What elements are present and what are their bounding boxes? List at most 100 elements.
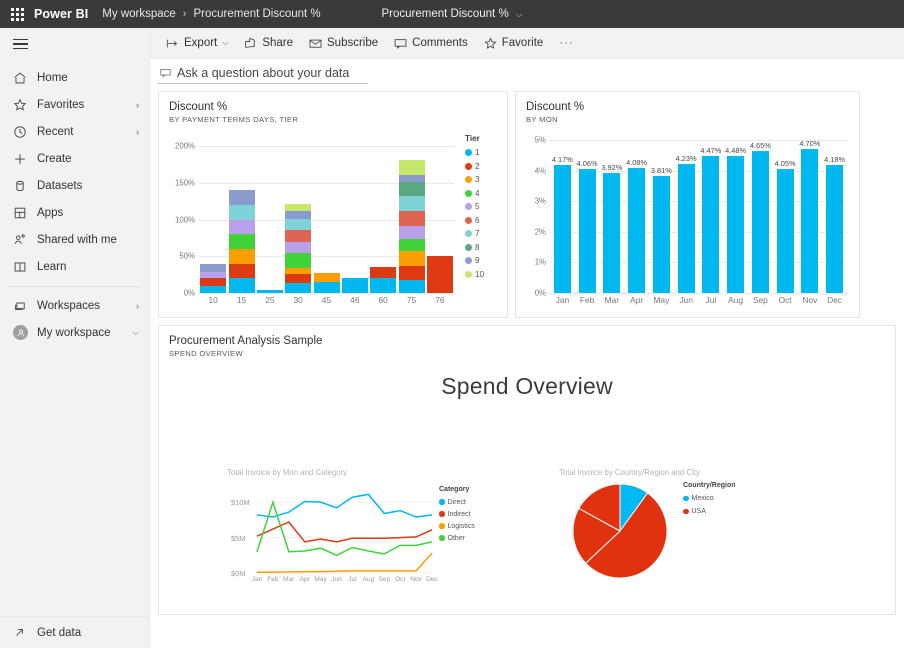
bar-column[interactable] [342,146,368,293]
bar-segment[interactable] [285,230,311,242]
legend-item[interactable]: USA [683,505,753,518]
chevron-right-icon[interactable]: › [136,100,139,110]
bar-column[interactable] [603,173,620,293]
bar-column[interactable] [702,156,719,293]
powerbi-logo[interactable]: Power BI [34,7,88,21]
bar-segment[interactable] [229,234,255,249]
bar-segment[interactable] [314,273,340,282]
chevron-down-icon[interactable]: ⌵ [132,327,139,338]
legend-item[interactable]: Other [439,532,485,544]
bar-column[interactable] [628,168,645,293]
sidebar-item-datasets[interactable]: Datasets [0,172,149,199]
breadcrumb-report[interactable]: Procurement Discount % [193,8,320,20]
bar-segment[interactable] [229,249,255,264]
bar-segment[interactable] [285,253,311,268]
bar-segment[interactable] [285,219,311,230]
line-series[interactable] [257,494,432,517]
bar-segment[interactable] [399,239,425,251]
export-button[interactable]: Export ⌵ [158,31,236,56]
bar-segment[interactable] [399,251,425,266]
bar-segment[interactable] [229,220,255,234]
legend-item[interactable]: Direct [439,496,485,508]
bar-segment[interactable] [370,267,396,278]
bar-segment[interactable] [229,190,255,205]
bar-segment[interactable] [285,211,311,218]
get-data-button[interactable]: Get data [0,616,149,648]
sidebar-item-shared-with-me[interactable]: Shared with me [0,226,149,253]
bar-column[interactable] [229,146,255,293]
legend-item[interactable]: 8 [465,241,507,255]
bar-segment[interactable] [399,266,425,280]
legend-item[interactable]: 1 [465,146,507,160]
bar-segment[interactable] [399,175,425,182]
chevron-down-icon[interactable]: ⌵ [516,9,523,20]
bar-column[interactable] [257,146,283,293]
line-series[interactable] [257,502,432,555]
hamburger-icon[interactable] [0,28,149,60]
bar-column[interactable] [370,146,396,293]
legend-item[interactable]: Logistics [439,520,485,532]
sidebar-item-recent[interactable]: Recent › [0,118,149,145]
bar-segment[interactable] [285,283,311,293]
sidebar-item-home[interactable]: Home [0,64,149,91]
bar-column[interactable] [826,165,843,293]
bar-segment[interactable] [399,211,425,226]
legend-item[interactable]: 9 [465,254,507,268]
bar-column[interactable] [285,146,311,293]
bar-segment[interactable] [285,268,311,274]
legend-item[interactable]: 3 [465,173,507,187]
bar-segment[interactable] [200,272,226,279]
bar-column[interactable] [727,156,744,293]
chevron-down-icon[interactable]: ⌵ [222,38,228,48]
more-ellipsis-icon[interactable]: ··· [551,31,582,56]
bar-segment[interactable] [399,226,425,238]
comments-button[interactable]: Comments [386,31,476,56]
bar-column[interactable] [579,169,596,293]
bar-segment[interactable] [285,274,311,283]
bar-segment[interactable] [399,160,425,175]
legend-item[interactable]: 7 [465,227,507,241]
legend-item[interactable]: Mexico [683,492,753,505]
bar-column[interactable] [427,146,453,293]
bar-segment[interactable] [399,196,425,211]
sidebar-item-apps[interactable]: Apps [0,199,149,226]
favorite-button[interactable]: Favorite [476,31,552,56]
bar-segment[interactable] [229,278,255,293]
visual-total-invoice-by-country-and-city[interactable]: Total Invoice by Country/Region and City… [559,468,819,593]
bar-segment[interactable] [229,264,255,279]
bar-segment[interactable] [200,278,226,285]
legend-item[interactable]: 10 [465,268,507,282]
bar-column[interactable] [653,176,670,293]
line-series[interactable] [257,522,432,542]
line-series[interactable] [257,553,432,572]
bar-column[interactable] [314,146,340,293]
bar-segment[interactable] [370,278,396,293]
breadcrumb-workspace[interactable]: My workspace [102,8,176,20]
chevron-right-icon[interactable]: › [136,301,139,311]
legend-item[interactable]: Indirect [439,508,485,520]
legend-item[interactable]: 6 [465,214,507,228]
report-title-text[interactable]: Procurement Discount % [381,8,508,20]
bar-segment[interactable] [200,286,226,293]
tile-discount-by-payment-terms[interactable]: Discount % BY PAYMENT TERMS DAYS, TIER 0… [158,91,508,318]
sidebar-item-my-workspace[interactable]: My workspace ⌵ [0,319,149,346]
bar-segment[interactable] [399,182,425,196]
tile-discount-by-mon[interactable]: Discount % BY MON 0%1%2%3%4%5% 4.17%4.06… [515,91,860,318]
legend-item[interactable]: 5 [465,200,507,214]
legend-item[interactable]: 4 [465,187,507,201]
subscribe-button[interactable]: Subscribe [301,31,386,56]
sidebar-item-learn[interactable]: Learn [0,253,149,280]
share-button[interactable]: Share [236,31,301,56]
bar-column[interactable] [801,149,818,293]
sidebar-item-favorites[interactable]: Favorites › [0,91,149,118]
bar-segment[interactable] [399,280,425,293]
sidebar-item-workspaces[interactable]: Workspaces › [0,292,149,319]
app-launcher-icon[interactable] [0,8,34,21]
bar-column[interactable] [678,164,695,293]
bar-segment[interactable] [342,278,368,293]
tile-procurement-analysis-sample[interactable]: Procurement Analysis Sample SPEND OVERVI… [158,325,896,615]
bar-column[interactable] [777,169,794,293]
bar-column[interactable] [399,146,425,293]
bar-segment[interactable] [229,205,255,220]
bar-column[interactable] [554,165,571,293]
